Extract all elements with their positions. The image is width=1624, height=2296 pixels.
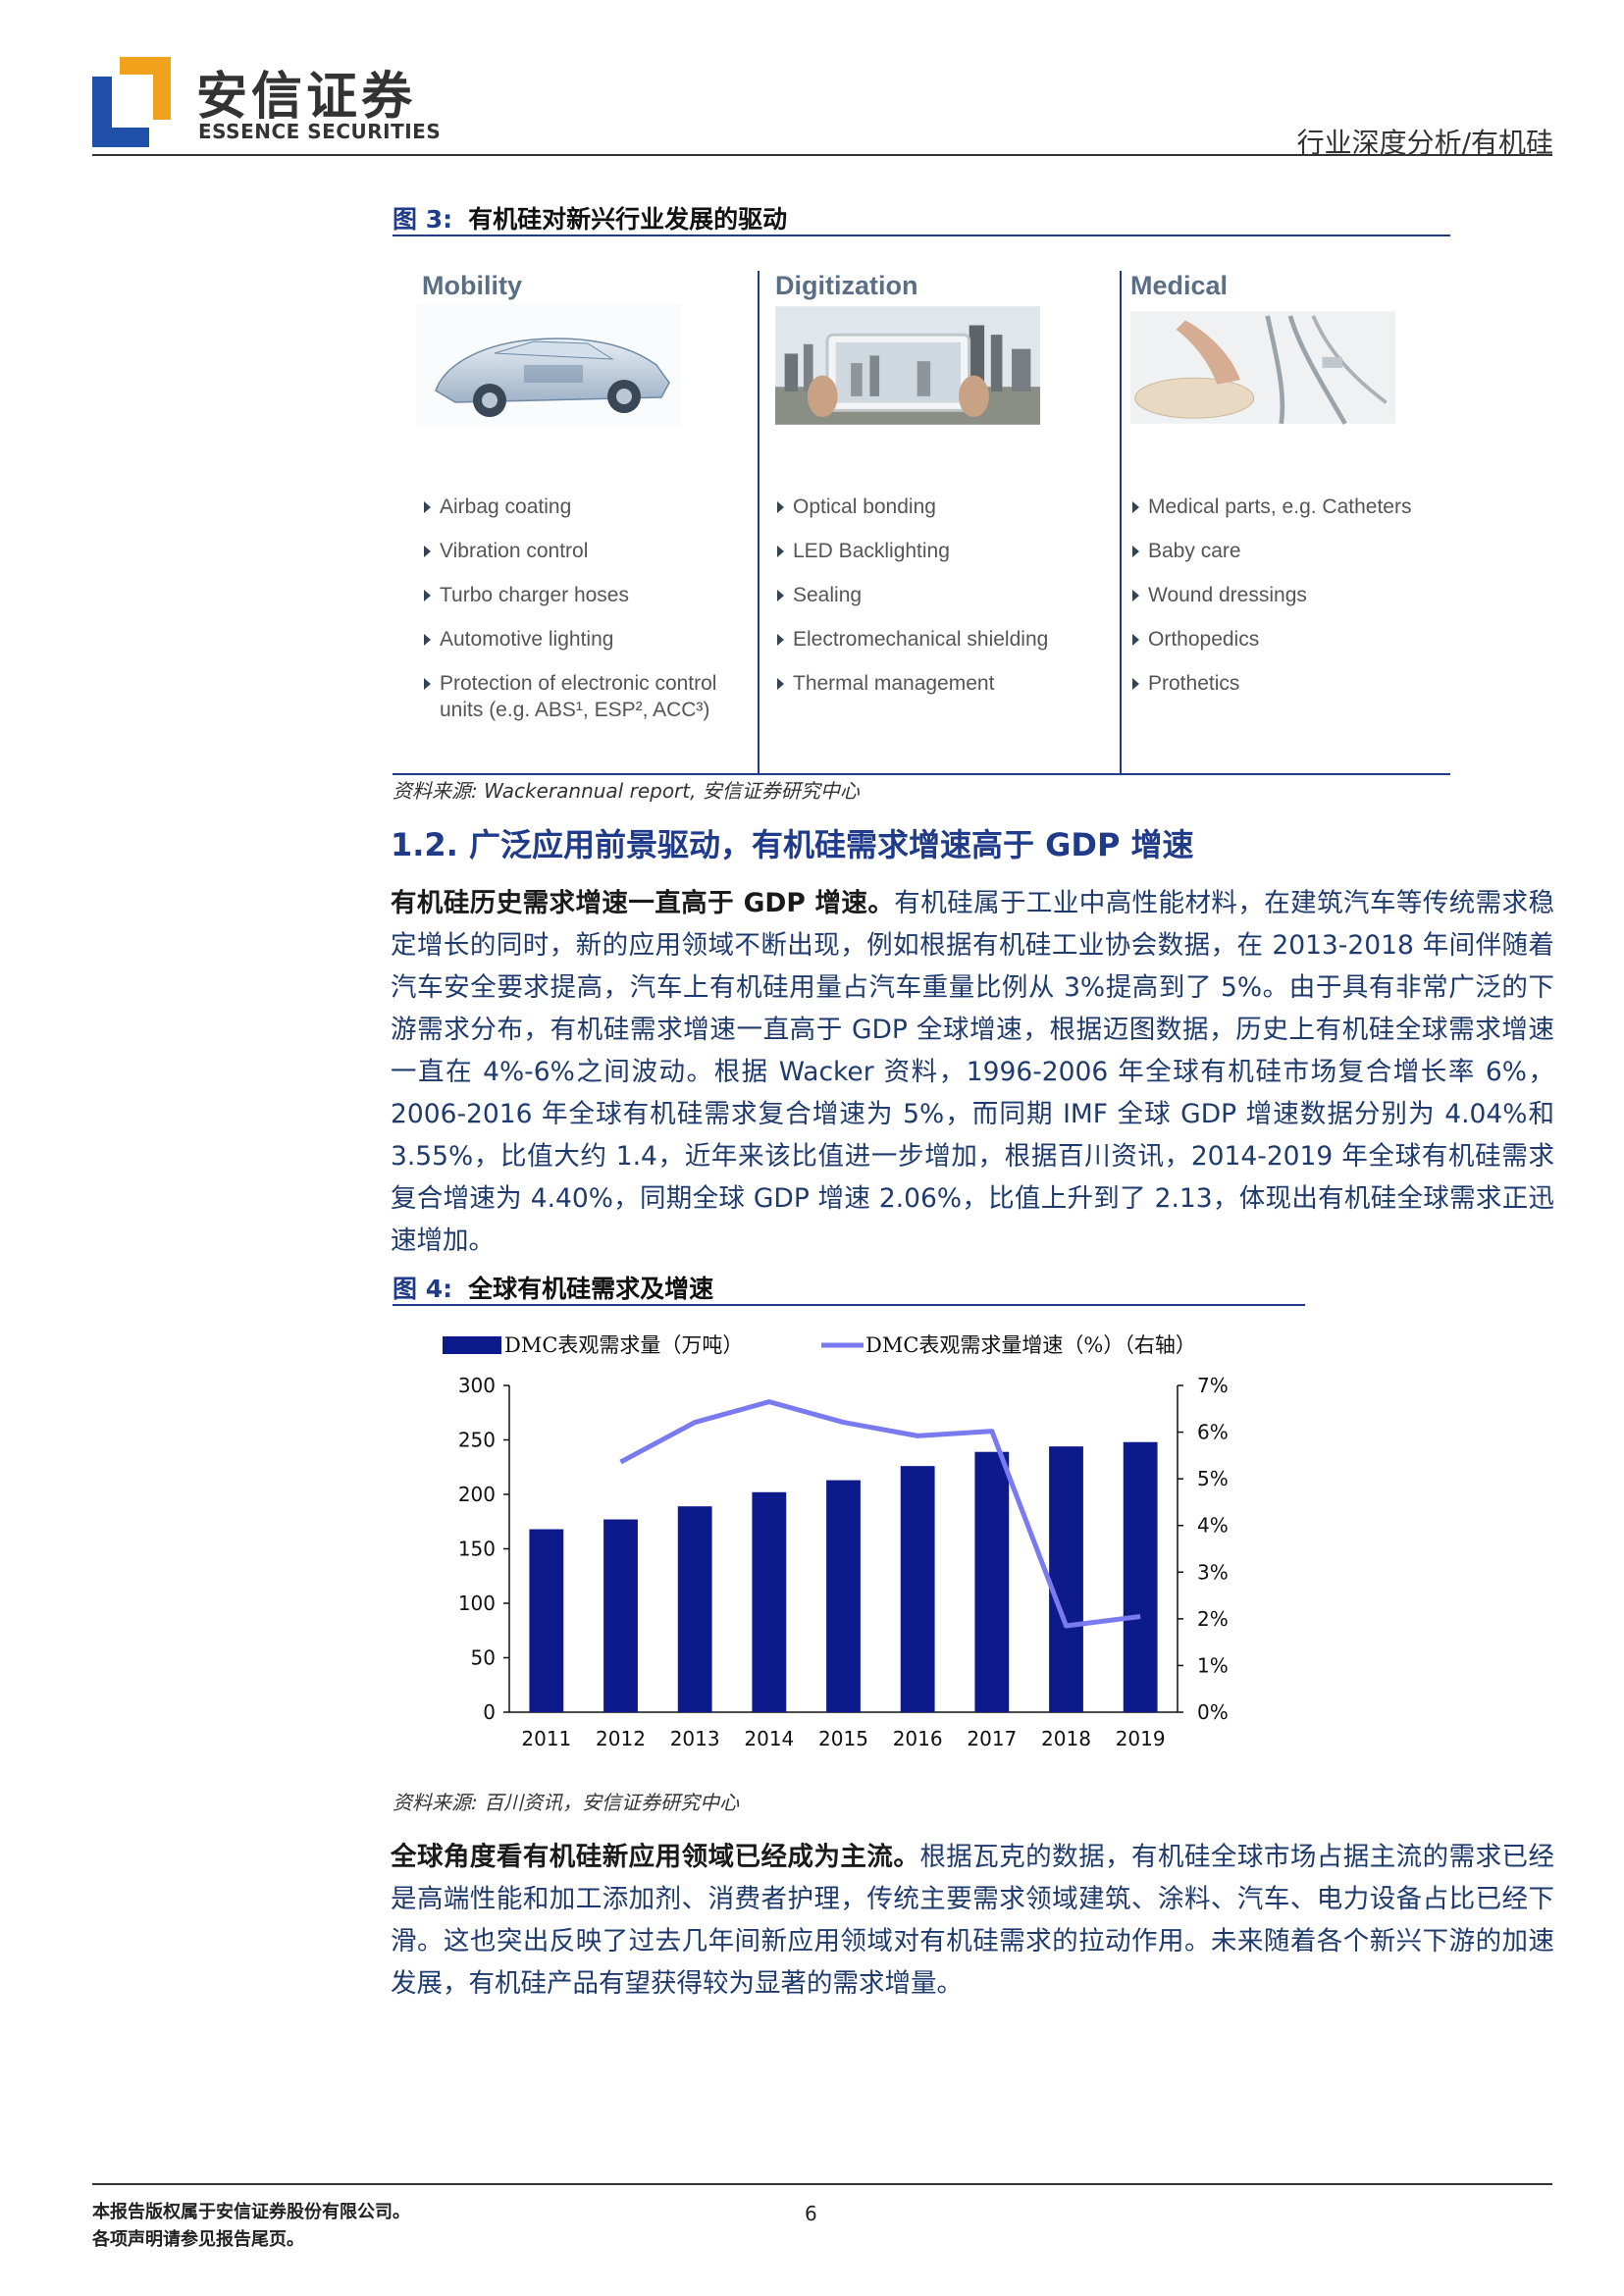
bar — [1123, 1441, 1158, 1712]
column-divider — [758, 271, 760, 773]
figure-3-title: 有机硅对新兴行业发展的驱动 — [468, 205, 788, 234]
x-tick-label: 2019 — [1116, 1727, 1166, 1750]
tablet-skyline-image — [775, 306, 1040, 425]
section-number: 1.2. — [391, 826, 458, 863]
y-tick-label: 300 — [458, 1374, 496, 1397]
panel-title: Digitization — [775, 271, 918, 300]
list-item: Turbo charger hoses — [422, 582, 754, 608]
bar — [603, 1519, 638, 1712]
paragraph-1: 有机硅历史需求增速一直高于 GDP 增速。有机硅属于工业中高性能材料，在建筑汽车… — [391, 882, 1554, 1262]
y2-tick-label: 6% — [1197, 1421, 1229, 1444]
x-tick-label: 2017 — [967, 1727, 1017, 1750]
list-item: Medical parts, e.g. Catheters — [1130, 494, 1462, 520]
x-tick-label: 2018 — [1041, 1727, 1091, 1750]
list-item: Electromechanical shielding — [775, 626, 1107, 652]
footer-line: 各项声明请参见报告尾页。 — [92, 2229, 304, 2250]
list-item: LED Backlighting — [775, 538, 1107, 564]
figure-4-label: 图 4: — [393, 1275, 453, 1303]
page-number: 6 — [805, 2202, 817, 2225]
y2-tick-label: 7% — [1197, 1374, 1229, 1397]
figure-3-caption: 图 3: 有机硅对新兴行业发展的驱动 — [393, 200, 787, 235]
paragraph-lead: 全球角度看有机硅新应用领域已经成为主流。 — [391, 1842, 920, 1872]
figure-4-source: 资料来源: 百川资讯，安信证券研究中心 — [393, 1791, 740, 1814]
list-item: Wound dressings — [1130, 582, 1462, 608]
paragraph-body: 有机硅属于工业中高性能材料，在建筑汽车等传统需求稳定增长的同时，新的应用领域不断… — [391, 888, 1555, 1256]
medical-image — [1130, 311, 1395, 425]
y2-tick-label: 0% — [1197, 1700, 1229, 1724]
footer-line: 本报告版权属于安信证券股份有限公司。 — [92, 2202, 410, 2222]
x-tick-label: 2014 — [744, 1727, 794, 1750]
figure-3-label: 图 3: — [393, 205, 453, 234]
demand-chart: DMC表观需求量（万吨） DMC表观需求量增速（%）（右轴） 0 50 100 150… — [443, 1333, 1229, 1750]
mobility-list: Airbag coating Vibration control Turbo c… — [422, 494, 754, 741]
bar — [1049, 1446, 1083, 1712]
legend-line-label: DMC表观需求量增速（%）（右轴） — [865, 1333, 1196, 1357]
footer-divider — [92, 2183, 1552, 2185]
panel-medical: Medical — [1130, 271, 1228, 301]
figure-3-source: 资料来源: Wackerannual report, 安信证券研究中心 — [393, 779, 860, 803]
x-tick-label: 2013 — [670, 1727, 720, 1750]
section-title: 广泛应用前景驱动，有机硅需求增速高于 GDP 增速 — [468, 826, 1194, 863]
y-tick-label: 100 — [458, 1592, 496, 1615]
list-item: Optical bonding — [775, 494, 1107, 520]
list-item: Airbag coating — [422, 494, 754, 520]
logo-icon — [92, 57, 171, 147]
list-item: Sealing — [775, 582, 1107, 608]
digitization-list: Optical bonding LED Backlighting Sealing… — [775, 494, 1107, 714]
y-tick-label: 200 — [458, 1483, 496, 1506]
list-item: Vibration control — [422, 538, 754, 564]
figure-4-caption: 图 4: 全球有机硅需求及增速 — [393, 1270, 713, 1305]
list-item: Baby care — [1130, 538, 1462, 564]
section-heading: 1.2. 广泛应用前景驱动，有机硅需求增速高于 GDP 增速 — [391, 820, 1194, 865]
legend-bar-swatch — [443, 1336, 501, 1354]
y2-tick-label: 2% — [1197, 1607, 1229, 1631]
bar — [974, 1451, 1010, 1712]
column-divider — [1120, 271, 1122, 773]
x-tick-label: 2012 — [596, 1727, 646, 1750]
y-tick-label: 50 — [471, 1646, 496, 1670]
y2-tick-label: 1% — [1197, 1653, 1229, 1677]
header-divider — [92, 154, 1552, 156]
panel-title: Mobility — [422, 271, 522, 300]
x-tick-label: 2015 — [818, 1727, 868, 1750]
list-item: Thermal management — [775, 670, 1107, 697]
bar — [677, 1506, 712, 1712]
bar — [529, 1529, 564, 1712]
x-tick-label: 2011 — [521, 1727, 571, 1750]
list-item: Prothetics — [1130, 670, 1462, 697]
y2-tick-label: 3% — [1197, 1560, 1229, 1584]
list-item: Protection of electronic control units (… — [422, 670, 754, 723]
panel-title: Medical — [1130, 271, 1229, 300]
y-tick-label: 250 — [458, 1429, 496, 1452]
y-tick-label: 0 — [483, 1700, 496, 1724]
y2-tick-label: 4% — [1197, 1514, 1229, 1538]
company-name-en: ESSENCE SECURITIES — [198, 120, 442, 143]
list-item: Automotive lighting — [422, 626, 754, 652]
car-image — [416, 304, 681, 427]
legend-bar-label: DMC表观需求量（万吨） — [504, 1333, 743, 1357]
company-name-cn: 安信证券 — [196, 68, 417, 127]
list-item: Orthopedics — [1130, 626, 1462, 652]
y-tick-label: 150 — [458, 1538, 496, 1561]
bar — [826, 1480, 861, 1712]
figure-3-caption-rule — [393, 235, 1450, 236]
bar — [900, 1466, 935, 1712]
bar — [752, 1491, 787, 1712]
figure-4-title: 全球有机硅需求及增速 — [468, 1275, 714, 1303]
paragraph-lead: 有机硅历史需求增速一直高于 GDP 增速。 — [391, 888, 895, 918]
paragraph-2: 全球角度看有机硅新应用领域已经成为主流。根据瓦克的数据，有机硅全球市场占据主流的… — [391, 1836, 1554, 2005]
panel-digitization: Digitization — [775, 271, 917, 301]
medical-list: Medical parts, e.g. Catheters Baby care … — [1130, 494, 1462, 714]
y2-tick-label: 5% — [1197, 1467, 1229, 1490]
x-tick-label: 2016 — [893, 1727, 943, 1750]
footer-disclaimer: 本报告版权属于安信证券股份有限公司。 各项声明请参见报告尾页。 — [92, 2199, 410, 2254]
figure-4-caption-rule — [393, 1304, 1305, 1306]
panel-mobility: Mobility — [422, 271, 522, 301]
